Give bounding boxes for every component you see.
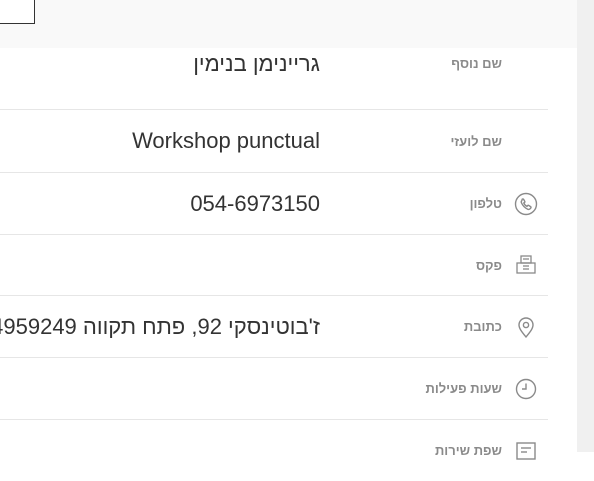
detail-row-fax: פקס [0,235,548,296]
service-language-label: שפת שירות [434,443,502,458]
phone-icon [514,192,538,216]
detail-row-foreign-name: שם לועזי Workshop punctual [0,110,548,173]
phone-label: טלפון [469,196,502,211]
fax-icon [514,253,538,277]
address-label: כתובת [463,319,502,334]
phone-value-link[interactable]: 054-6973150 [190,173,320,234]
language-icon [514,439,538,463]
detail-row-opening-hours: שעות פעילות [0,358,548,420]
location-pin-icon [514,315,538,339]
alternate-name-value: גריינימן בנימין [193,50,320,76]
detail-row-alternate-name: שם נוסף גריינימן בנימין [0,18,548,110]
foreign-name-label: שם לועזי [450,133,502,149]
alternate-name-label: שם נוסף [451,56,502,71]
detail-row-service-language: שפת שירות [0,420,548,481]
clock-icon [514,377,538,401]
detail-row-address: כתובת ז'בוטינסקי 92, פתח תקווה 4959249 [0,296,548,358]
foreign-name-value: Workshop punctual [132,128,320,153]
detail-row-phone: טלפון 054-6973150 [0,173,548,235]
opening-hours-label[interactable]: שעות פעילות [426,358,503,419]
fax-label: פקס [475,257,502,273]
address-value-link[interactable]: ז'בוטינסקי 92, פתח תקווה 4959249 [0,296,320,357]
scrollbar[interactable] [577,0,594,452]
